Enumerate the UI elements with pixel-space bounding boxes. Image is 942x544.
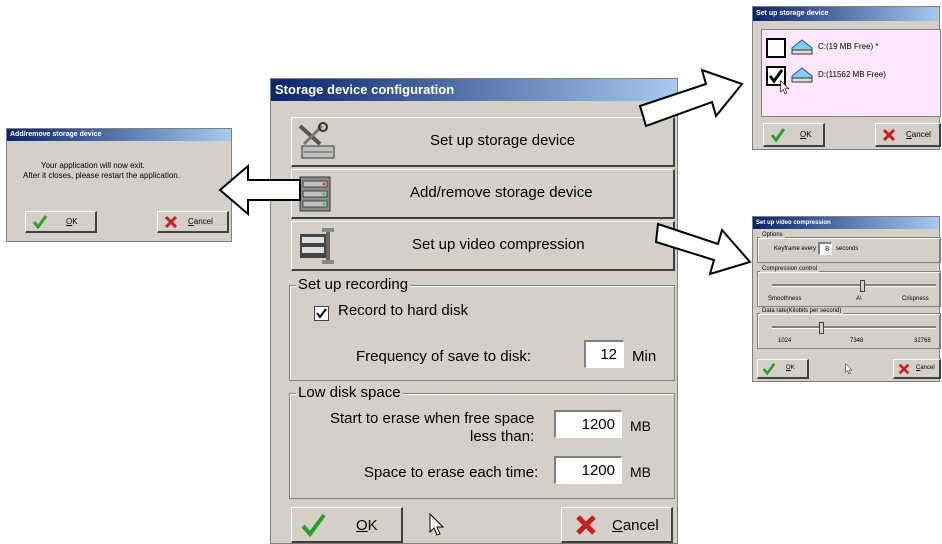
- storage-ok-label: OK: [800, 130, 812, 139]
- space-erase-label: Space to erase each time:: [364, 464, 539, 481]
- cancel-x-icon: [898, 363, 910, 375]
- drive-icon: [790, 66, 814, 84]
- cancel-x-icon: [882, 128, 896, 142]
- video-cancel-button[interactable]: Cancel: [893, 359, 941, 379]
- video-compression-dialog: Set up video compression Options Keyfram…: [752, 216, 941, 382]
- cancel-x-icon: [164, 215, 178, 229]
- tools-icon: [296, 122, 338, 162]
- low-disk-legend: Low disk space: [296, 384, 403, 401]
- space-erase-unit: MB: [630, 464, 651, 480]
- storage-cancel-button[interactable]: Cancel: [875, 123, 941, 147]
- start-erase-label-2: less than:: [470, 428, 535, 445]
- cancel-button[interactable]: Cancel: [561, 507, 673, 543]
- add-remove-message-2: After it closes, please restart the appl…: [23, 171, 180, 180]
- recording-legend: Set up recording: [296, 276, 411, 293]
- checkmark-icon: [770, 127, 786, 143]
- frequency-input[interactable]: 12: [584, 340, 624, 368]
- datarate-slider-track: [772, 326, 936, 329]
- datarate-legend: Data rate(Kilobits per second): [760, 308, 844, 314]
- arrow-bottom-right-icon: [654, 222, 752, 276]
- datarate-group: Data rate(Kilobits per second) 1024 7348…: [757, 308, 941, 349]
- ok-label: OK: [356, 517, 378, 534]
- storage-config-window: Storage device configuration Set up stor…: [270, 78, 678, 544]
- server-rack-icon: [296, 175, 338, 215]
- frequency-label: Frequency of save to disk:: [356, 348, 532, 365]
- mouse-cursor-icon: [845, 363, 853, 375]
- start-erase-label-1: Start to erase when free space: [330, 410, 535, 427]
- video-cancel-label: Cancel: [916, 365, 935, 371]
- rate-min-label: 1024: [778, 338, 792, 344]
- rate-mid-label: 7348: [850, 338, 864, 344]
- compression-mid-label: A\: [856, 296, 862, 302]
- space-erase-input[interactable]: 1200: [554, 456, 622, 484]
- frequency-unit: Min: [632, 348, 657, 365]
- smoothness-label: Smoothness: [768, 296, 802, 302]
- add-remove-cancel-label: Cancel: [188, 217, 213, 226]
- drive-icon: [790, 38, 814, 56]
- add-remove-ok-button[interactable]: OK: [25, 211, 97, 233]
- options-legend: Options: [760, 232, 785, 238]
- crispness-label: Crispness: [902, 296, 929, 302]
- cancel-x-icon: [574, 513, 598, 537]
- film-clamp-icon: [296, 226, 338, 266]
- start-erase-unit: MB: [630, 418, 651, 434]
- add-remove-message-1: Your application will now exit.: [41, 161, 145, 170]
- keyframe-input[interactable]: 8: [818, 242, 832, 255]
- arrow-top-right-icon: [638, 68, 744, 128]
- add-remove-ok-label: OK: [66, 217, 78, 226]
- drive-list[interactable]: C:(19 MB Free) * D:(11562 MB Free): [761, 29, 941, 117]
- low-disk-group: Low disk space Start to erase when free …: [289, 384, 675, 499]
- keyframe-label: Keyframe every: [774, 246, 817, 252]
- checkmark-icon: [32, 214, 48, 230]
- add-remove-storage-button[interactable]: Add/remove storage device: [291, 169, 675, 219]
- checkmark-icon: [762, 362, 776, 376]
- recording-group: Set up recording Record to hard disk Fre…: [289, 276, 675, 381]
- add-remove-label: Add/remove storage device: [410, 184, 593, 201]
- keyframe-unit: seconds: [836, 246, 859, 252]
- arrow-left-icon: [218, 163, 301, 217]
- record-to-disk-label: Record to hard disk: [338, 302, 469, 319]
- rate-max-label: 32768: [914, 338, 931, 344]
- cancel-label: Cancel: [612, 517, 659, 534]
- compression-legend: Compression control: [760, 266, 820, 272]
- compression-slider-thumb[interactable]: [860, 280, 866, 292]
- drive-d-label: D:(11562 MB Free): [818, 70, 886, 79]
- video-ok-label: OK: [786, 365, 795, 371]
- storage-ok-button[interactable]: OK: [763, 123, 825, 147]
- add-remove-dialog-title: Add/remove storage device: [7, 129, 231, 141]
- checkmark-icon: [300, 512, 326, 538]
- storage-dialog: Set up storage device C:(19 MB Free) * D…: [752, 6, 941, 150]
- mouse-cursor-icon: [429, 513, 445, 537]
- datarate-slider-thumb[interactable]: [819, 322, 825, 334]
- drive-c-label: C:(19 MB Free) *: [818, 42, 879, 51]
- drive-c-checkbox[interactable]: [766, 38, 786, 58]
- start-erase-input[interactable]: 1200: [554, 410, 622, 438]
- window-title: Storage device configuration: [271, 79, 677, 101]
- setup-storage-label: Set up storage device: [430, 132, 576, 149]
- video-compression-button[interactable]: Set up video compression: [291, 221, 675, 271]
- compression-slider-track: [772, 284, 936, 287]
- video-ok-button[interactable]: OK: [757, 359, 809, 379]
- options-group: Options Keyframe every 8 seconds: [757, 232, 941, 263]
- ok-button[interactable]: OK: [291, 507, 403, 543]
- storage-cancel-label: Cancel: [906, 130, 931, 139]
- add-remove-dialog: Add/remove storage device Your applicati…: [6, 128, 232, 242]
- compression-group: Compression control Smoothness A\ Crispn…: [757, 266, 941, 307]
- record-to-disk-checkbox[interactable]: [314, 306, 329, 321]
- storage-dialog-title: Set up storage device: [753, 7, 939, 21]
- video-compression-label: Set up video compression: [412, 236, 585, 253]
- video-dialog-title: Set up video compression: [753, 217, 939, 229]
- setup-storage-button[interactable]: Set up storage device: [291, 117, 675, 167]
- mouse-cursor-icon: [780, 80, 790, 95]
